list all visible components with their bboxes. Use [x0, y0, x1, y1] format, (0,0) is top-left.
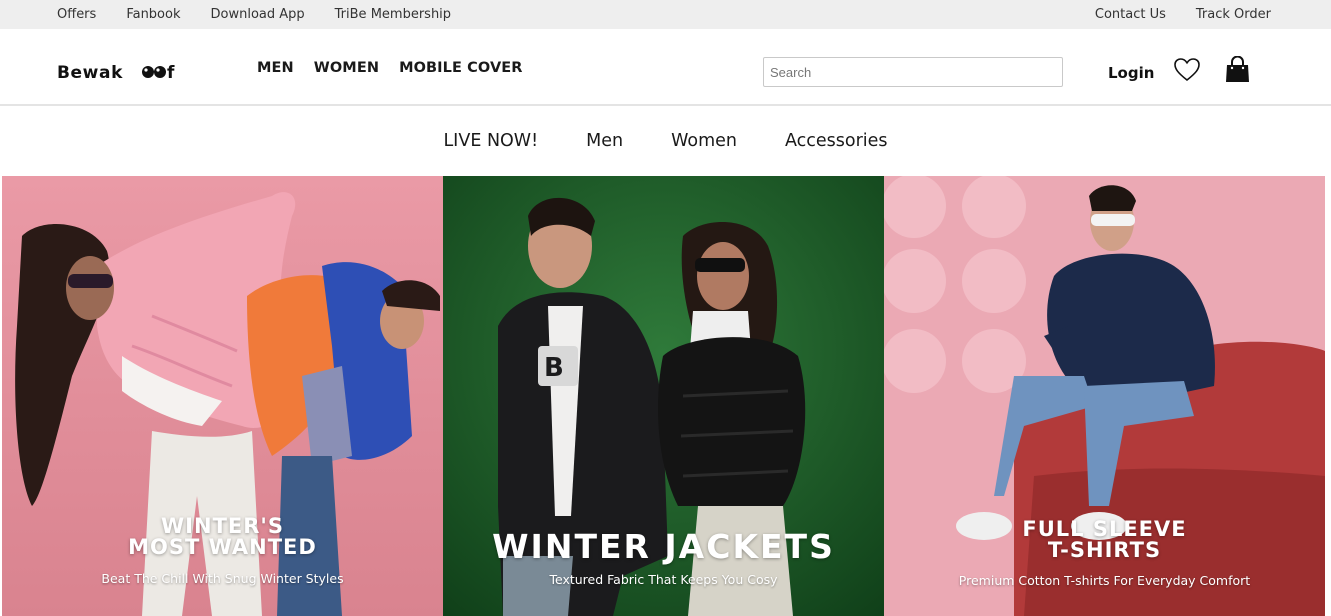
nav-women[interactable]: WOMEN: [314, 60, 379, 76]
banner-winter-jackets[interactable]: B WINTER JACKETS Textured Fabric That Ke…: [443, 176, 884, 616]
banner-subtitle: Textured Fabric That Keeps You Cosy: [549, 572, 778, 587]
banner-winters-most-wanted[interactable]: WINTER'S MOST WANTED Beat The Chill With…: [2, 176, 443, 616]
logo-wordmark: Bewak f: [57, 63, 175, 82]
main-nav: MEN WOMEN MOBILE COVER: [257, 29, 543, 106]
utility-bar: Offers Fanbook Download App TriBe Member…: [0, 0, 1331, 29]
wishlist-button[interactable]: [1174, 58, 1200, 82]
banner-subtitle: Beat The Chill With Snug Winter Styles: [101, 571, 344, 586]
download-app-link[interactable]: Download App: [211, 7, 305, 22]
nav-men[interactable]: MEN: [257, 60, 294, 76]
utility-links-left: Offers Fanbook Download App TriBe Member…: [57, 0, 481, 29]
category-live-now[interactable]: LIVE NOW!: [443, 131, 538, 151]
offers-link[interactable]: Offers: [57, 7, 96, 22]
nav-mobile-cover[interactable]: MOBILE COVER: [399, 60, 522, 76]
search-input[interactable]: [764, 58, 1062, 86]
hero-banners: WINTER'S MOST WANTED Beat The Chill With…: [2, 176, 1325, 616]
heart-icon: [1174, 58, 1200, 82]
banner-title: WINTER'S MOST WANTED: [128, 514, 317, 559]
category-nav: LIVE NOW! Men Women Accessories: [0, 106, 1331, 176]
svg-text:f: f: [167, 63, 175, 82]
banner-title: WINTER JACKETS: [492, 527, 835, 566]
contact-us-link[interactable]: Contact Us: [1095, 7, 1166, 22]
bewakoof-logo[interactable]: Bewak f: [57, 62, 205, 82]
track-order-link[interactable]: Track Order: [1196, 7, 1271, 22]
svg-text:B: B: [544, 353, 564, 383]
login-link[interactable]: Login: [1108, 64, 1154, 82]
banner-title: FULL SLEEVE T-SHIRTS: [1022, 517, 1187, 562]
cart-button[interactable]: [1225, 55, 1250, 83]
category-men[interactable]: Men: [586, 131, 623, 151]
shopping-bag-icon: [1226, 55, 1249, 82]
tribe-membership-link[interactable]: TriBe Membership: [335, 7, 451, 22]
main-header: Bewak f MEN WOMEN MOBILE COVER Login: [0, 29, 1331, 106]
fanbook-link[interactable]: Fanbook: [126, 7, 180, 22]
banner-full-sleeve-tshirts[interactable]: FULL SLEEVE T-SHIRTS Premium Cotton T-sh…: [884, 176, 1325, 616]
category-women[interactable]: Women: [671, 131, 737, 151]
utility-links-right: Contact Us Track Order: [1065, 0, 1271, 29]
banner-subtitle: Premium Cotton T-shirts For Everyday Com…: [958, 573, 1251, 588]
svg-text:Bewak: Bewak: [57, 63, 123, 82]
category-accessories[interactable]: Accessories: [785, 131, 888, 151]
search-box: [763, 57, 1063, 87]
